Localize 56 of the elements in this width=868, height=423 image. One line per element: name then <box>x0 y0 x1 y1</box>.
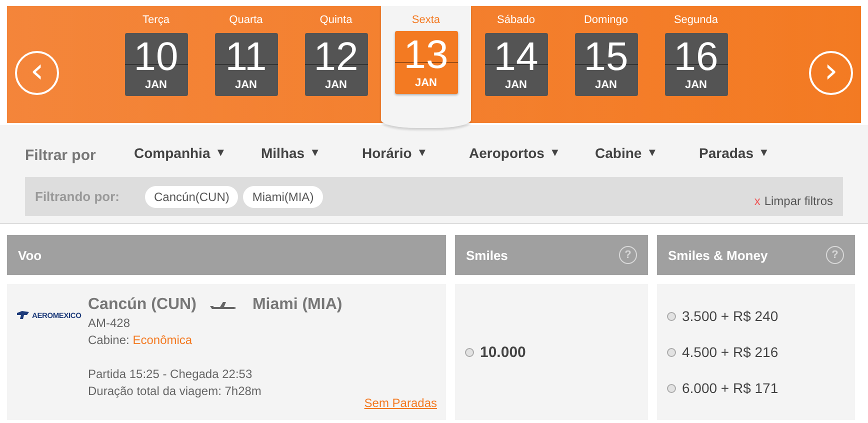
weekday-label: Segunda <box>674 14 718 28</box>
radio-button[interactable] <box>465 348 474 356</box>
radio-button[interactable] <box>667 348 676 356</box>
column-header: Smiles & Money ? <box>657 235 855 275</box>
filter-chip[interactable]: Miami(MIA) <box>243 186 323 208</box>
filter-dropdown[interactable]: Companhia ▼ <box>134 144 261 162</box>
clear-filters-link[interactable]: x Limpar filtros <box>754 194 833 208</box>
flight-times: Partida 15:25 - Chegada 22:53 <box>88 366 254 383</box>
month-label: JAN <box>144 79 167 91</box>
miles-money-price: 3.500 + R$ 240 <box>682 308 778 324</box>
flight-duration: Duração total da viagem: 7h28m <box>88 383 262 400</box>
day-number: 11 <box>225 35 267 79</box>
radio-button[interactable] <box>667 312 676 320</box>
filter-label: Filtrar por <box>25 146 97 164</box>
day-number: 16 <box>674 35 718 79</box>
date-tab[interactable]: Domingo 15 JAN <box>561 6 651 123</box>
day-number: 10 <box>134 35 178 79</box>
column-header: Voo <box>7 235 446 275</box>
weekday-label: Quinta <box>320 14 352 28</box>
day-number: 12 <box>314 35 358 79</box>
weekday-label: Terça <box>142 14 170 28</box>
date-tab[interactable]: Quarta 11 JAN <box>201 6 291 123</box>
filter-dropdown[interactable]: Horário ▼ <box>362 144 469 162</box>
miles-money-price: 4.500 + R$ 216 <box>682 344 778 360</box>
filter-dropdown[interactable]: Milhas ▼ <box>261 144 362 162</box>
date-tab[interactable]: Terça 10 JAN <box>111 6 201 123</box>
weekday-label: Quarta <box>229 14 263 28</box>
cabin-info: Cabine: Econômica <box>88 332 194 349</box>
date-tab[interactable]: Segunda 16 JAN <box>651 6 741 123</box>
filter-dropdown[interactable]: Cabine ▼ <box>595 144 699 162</box>
destination-airport: Miami (MIA) <box>252 295 342 315</box>
month-label: JAN <box>504 79 527 91</box>
miles-money-price: 6.000 + R$ 171 <box>682 380 778 396</box>
flight-number: AM-428 <box>88 315 132 332</box>
weekday-label: Domingo <box>584 14 628 28</box>
weekday-label: Sexta <box>412 14 440 28</box>
month-label: JAN <box>234 79 257 91</box>
day-number: 13 <box>404 33 448 77</box>
miles-price: 10.000 <box>480 344 526 360</box>
filter-dropdown[interactable]: Paradas ▼ <box>699 144 770 162</box>
day-number: 15 <box>584 35 628 79</box>
column-header: Smiles ? <box>455 235 648 275</box>
radio-button[interactable] <box>667 384 676 392</box>
filter-dropdown[interactable]: Aeroportos ▼ <box>469 144 595 162</box>
month-label: JAN <box>594 79 617 91</box>
active-filters-label: Filtrando por: <box>35 189 120 204</box>
date-tab[interactable]: Sábado 14 JAN <box>471 6 561 123</box>
airplane-icon <box>210 300 238 310</box>
month-label: JAN <box>324 79 347 91</box>
filter-chip[interactable]: Cancún(CUN) <box>145 186 238 208</box>
day-number: 14 <box>494 35 538 79</box>
date-tab[interactable]: Quinta 12 JAN <box>291 6 381 123</box>
origin-airport: Cancún (CUN) <box>88 295 196 315</box>
weekday-label: Sábado <box>497 14 535 28</box>
month-label: JAN <box>684 79 707 91</box>
month-label: JAN <box>414 77 437 89</box>
